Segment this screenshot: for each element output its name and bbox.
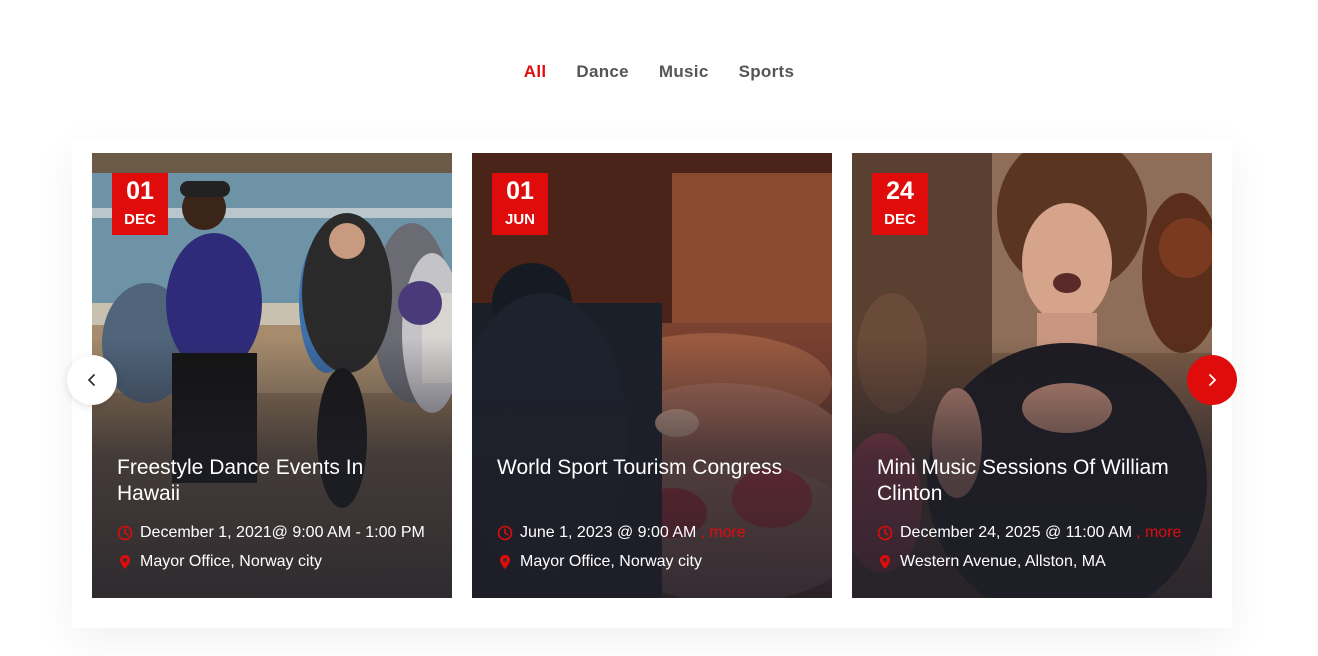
date-badge: 01 DEC xyxy=(112,173,168,235)
event-card[interactable]: 24 DEC Mini Music Sessions Of William Cl… xyxy=(852,153,1212,598)
event-time-text: June 1, 2023 @ 9:00 AM xyxy=(520,524,697,541)
event-card[interactable]: 01 JUN World Sport Tourism Congress June… xyxy=(472,153,832,598)
date-day: 01 xyxy=(506,177,534,205)
event-location: Mayor Office, Norway city xyxy=(497,553,822,571)
date-month: DEC xyxy=(124,211,156,228)
map-pin-icon xyxy=(500,555,510,569)
event-location-text: Western Avenue, Allston, MA xyxy=(900,553,1106,570)
event-location-text: Mayor Office, Norway city xyxy=(140,553,322,570)
date-month: JUN xyxy=(504,211,535,228)
event-location: Western Avenue, Allston, MA xyxy=(877,553,1202,571)
event-time-text: December 24, 2025 @ 11:00 AM xyxy=(900,524,1133,541)
date-day: 24 xyxy=(886,177,914,205)
chevron-left-icon xyxy=(88,374,95,386)
event-time-text: December 1, 2021@ 9:00 AM - 1:00 PM xyxy=(140,524,425,541)
clock-icon xyxy=(117,525,133,541)
date-month: DEC xyxy=(884,211,916,228)
tab-dance[interactable]: Dance xyxy=(576,60,629,84)
event-title[interactable]: Mini Music Sessions Of William Clinton xyxy=(877,455,1192,507)
date-badge: 24 DEC xyxy=(872,173,928,235)
more-link[interactable]: , more xyxy=(1136,524,1181,542)
event-time: December 1, 2021@ 9:00 AM - 1:00 PM xyxy=(117,524,442,542)
more-link[interactable]: , more xyxy=(700,524,745,542)
category-filter-tabs: All Dance Music Sports xyxy=(0,60,1318,84)
map-pin-icon xyxy=(120,555,130,569)
carousel-next-button[interactable] xyxy=(1187,355,1237,405)
tab-all[interactable]: All xyxy=(524,60,547,84)
carousel-prev-button[interactable] xyxy=(67,355,117,405)
event-time: December 24, 2025 @ 11:00 AM , more xyxy=(877,524,1202,542)
event-title[interactable]: Freestyle Dance Events In Hawaii xyxy=(117,455,432,507)
date-badge: 01 JUN xyxy=(492,173,548,235)
event-time: June 1, 2023 @ 9:00 AM , more xyxy=(497,524,822,542)
event-location: Mayor Office, Norway city xyxy=(117,553,442,571)
event-card[interactable]: 01 DEC Freestyle Dance Events In Hawaii … xyxy=(92,153,452,598)
event-title[interactable]: World Sport Tourism Congress xyxy=(497,455,812,481)
tab-music[interactable]: Music xyxy=(659,60,709,84)
chevron-right-icon xyxy=(1209,374,1216,386)
clock-icon xyxy=(877,525,893,541)
tab-sports[interactable]: Sports xyxy=(739,60,795,84)
date-day: 01 xyxy=(126,177,154,205)
event-location-text: Mayor Office, Norway city xyxy=(520,553,702,570)
map-pin-icon xyxy=(880,555,890,569)
clock-icon xyxy=(497,525,513,541)
